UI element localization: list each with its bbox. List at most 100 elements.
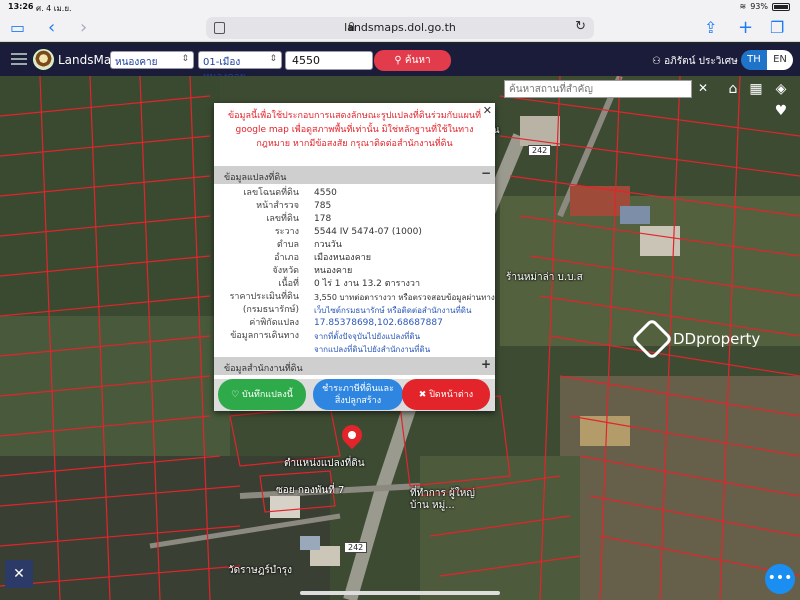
detail-row: จากแปลงที่ดินไปยังสำนักงานที่ดิน (214, 343, 495, 356)
chevron-updown-icon: ⇕ (181, 54, 189, 64)
detail-row: ข้อมูลการเดินทาง จากที่ตั้งปัจจุบันไปยังแ… (214, 330, 495, 343)
province-value: หนองคาย (115, 57, 158, 68)
detail-value: กวนวัน (314, 240, 342, 250)
status-bar: 13:26 ศ. 4 เม.ย. ≋ 93% (0, 0, 800, 14)
parcel-number-input[interactable] (285, 51, 373, 70)
battery-percent: 93% (750, 2, 768, 11)
menu-icon[interactable] (11, 53, 27, 65)
detail-key: ข้อมูลการเดินทาง (230, 331, 299, 341)
detail-key: ตำบล (276, 240, 299, 250)
watermark: DDproperty (630, 317, 761, 361)
directions-to-office-link[interactable]: จากแปลงที่ดินไปยังสำนักงานที่ดิน (314, 343, 430, 356)
directions-to-parcel-link[interactable]: จากที่ตั้งปัจจุบันไปยังแปลงที่ดิน (314, 330, 420, 343)
search-icon: ⚲ (394, 55, 402, 66)
detail-row: อำเภอ เมืองหนองคาย (214, 252, 495, 265)
pay-tax-label: ชำระภาษีที่ดินและสิ่งปลูกสร้าง (322, 383, 394, 406)
detail-key: อำเภอ (274, 253, 299, 263)
save-parcel-label: บันทึกแปลงนี้ (242, 389, 293, 400)
expand-icon[interactable]: + (481, 357, 491, 371)
detail-row: จังหวัด หนองคาย (214, 265, 495, 278)
reload-icon[interactable]: ↻ (575, 19, 586, 34)
detail-key: จังหวัด (272, 266, 300, 276)
landmark-search-input[interactable] (504, 80, 692, 98)
address-bar[interactable]: landsmaps.dol.go.th ↻ (206, 17, 594, 39)
new-tab-icon[interactable]: + (738, 18, 753, 38)
sidebar-toggle-icon[interactable]: ▭ (10, 18, 25, 38)
watermark-text: DDproperty (673, 330, 761, 348)
tabs-icon[interactable]: ❐ (770, 18, 784, 38)
chevron-updown-icon: ⇕ (269, 54, 277, 64)
coordinates-link[interactable]: 17.85378698,102.68687887 (314, 317, 443, 330)
share-icon[interactable]: ⇪ (704, 18, 717, 38)
detail-row: ค่าพิกัดแปลง 17.85378698,102.68687887 (214, 317, 495, 330)
popup-actions: ♡ บันทึกแปลงนี้ ชำระภาษีที่ดินและสิ่งปลู… (214, 379, 495, 411)
battery-icon (772, 2, 790, 11)
parcel-details: เลขโฉนดที่ดิน 4550 หน้าสำรวจ 785 เลขที่ดิน… (214, 187, 495, 356)
map-label-shop: ร้านหม่าล่า บ.บ.ส (506, 272, 583, 283)
browser-toolbar: ▭ ‹ › landsmaps.dol.go.th ↻ ⇪ + ❐ (0, 14, 800, 42)
province-select[interactable]: หนองคาย ⇕ (110, 51, 194, 69)
detail-value: 3,550 บาทต่อตารางวา หรือตรวจสอบข้อมูลผ่า… (314, 293, 495, 302)
forward-icon[interactable]: › (80, 18, 87, 38)
close-icon[interactable]: ✕ (698, 81, 708, 95)
pin-label: ตำแหน่งแปลงที่ดิน (284, 458, 365, 469)
treasury-link[interactable]: เว็บไซต์กรมธนารักษ์ หรือติดต่อสำนักงานที… (314, 304, 471, 317)
search-button-label: ค้นหา (404, 55, 431, 66)
collapse-icon[interactable]: − (481, 166, 491, 180)
detail-row: เนื้อที่ 0 ไร่ 1 งาน 13.2 ตารางวา (214, 278, 495, 291)
search-button[interactable]: ⚲ ค้นหา (374, 50, 451, 71)
grid-icon[interactable]: ▦ (745, 78, 767, 100)
close-window-label: ปิดหน้าต่าง (429, 389, 474, 400)
road-badge: 242 (344, 542, 368, 553)
app-header: LandsMaps หนองคาย ⇕ 01-เมืองหนองคาย ⇕ ⚲ … (0, 43, 800, 83)
user-name: อภิรัตน์ ประวิเศษ (664, 56, 738, 67)
road-badge: 242 (528, 145, 552, 156)
detail-value: 4550 (314, 188, 337, 198)
heart-icon: ♡ (231, 389, 243, 400)
pay-tax-button[interactable]: ชำระภาษีที่ดินและสิ่งปลูกสร้าง (313, 379, 403, 410)
user-menu[interactable]: ⚇ อภิรัตน์ ประวิเศษ ⌄ (652, 54, 749, 69)
detail-value: 5544 IV 5474-07 (1000) (314, 227, 422, 237)
dol-logo (33, 49, 54, 70)
district-select[interactable]: 01-เมืองหนองคาย ⇕ (198, 51, 282, 83)
detail-row: เลขที่ดิน 178 (214, 213, 495, 226)
detail-row: ตำบล กวนวัน (214, 239, 495, 252)
lang-en-button[interactable]: EN (767, 50, 793, 70)
detail-key: ค่าพิกัดแปลง (249, 318, 299, 328)
detail-value: เมืองหนองคาย (314, 253, 372, 263)
user-icon: ⚇ (652, 56, 661, 67)
detail-key: ระวาง (274, 227, 299, 237)
ddproperty-logo-icon (630, 317, 674, 361)
layers-icon[interactable]: ◈ (770, 78, 792, 100)
map-label-temple: วัดราษฎร์บำรุง (228, 565, 292, 576)
home-icon[interactable]: ⌂ (722, 78, 744, 100)
status-right: ≋ 93% (740, 2, 790, 11)
map-label-office: ที่ทำการ ผู้ใหญ่บ้าน หมู่... (410, 488, 475, 511)
section-office-header[interactable]: ข้อมูลสำนักงานที่ดิน + (214, 357, 495, 375)
close-icon: ✖ (418, 389, 430, 400)
wifi-icon: ≋ (739, 2, 747, 11)
tools-icon[interactable]: ✕ (5, 560, 33, 588)
url-text: landsmaps.dol.go.th (344, 21, 456, 34)
detail-row: ราคาประเมินที่ดิน 3,550 บาทต่อตารางวา หรื… (214, 291, 495, 304)
detail-key: เลขโฉนดที่ดิน (243, 188, 299, 198)
detail-key: เนื้อที่ (278, 279, 299, 289)
detail-value: 0 ไร่ 1 งาน 13.2 ตารางวา (314, 279, 421, 289)
detail-value: 178 (314, 214, 332, 224)
heart-icon[interactable]: ♥ (770, 100, 792, 122)
save-parcel-button[interactable]: ♡ บันทึกแปลงนี้ (218, 379, 306, 410)
detail-key: (กรมธนารักษ์) (242, 305, 299, 315)
section-parcel-title: ข้อมูลแปลงที่ดิน (224, 173, 287, 183)
detail-key: เลขที่ดิน (266, 214, 299, 224)
close-window-button[interactable]: ✖ ปิดหน้าต่าง (402, 379, 490, 410)
detail-row: เลขโฉนดที่ดิน 4550 (214, 187, 495, 200)
section-parcel-header[interactable]: ข้อมูลแปลงที่ดิน − (214, 166, 495, 184)
lang-th-button[interactable]: TH (741, 50, 767, 70)
back-icon[interactable]: ‹ (48, 18, 55, 38)
detail-row: หน้าสำรวจ 785 (214, 200, 495, 213)
parcel-info-popup: ✕ ข้อมูลนี้เพื่อใช้ประกอบการแสดงลักษณะรู… (214, 103, 495, 411)
more-icon[interactable]: ••• (765, 564, 795, 594)
disclaimer-text: ข้อมูลนี้เพื่อใช้ประกอบการแสดงลักษณะรูปแ… (227, 111, 481, 149)
detail-row: (กรมธนารักษ์) เว็บไซต์กรมธนารักษ์ หรือติด… (214, 304, 495, 317)
detail-value: หนองคาย (314, 266, 353, 276)
